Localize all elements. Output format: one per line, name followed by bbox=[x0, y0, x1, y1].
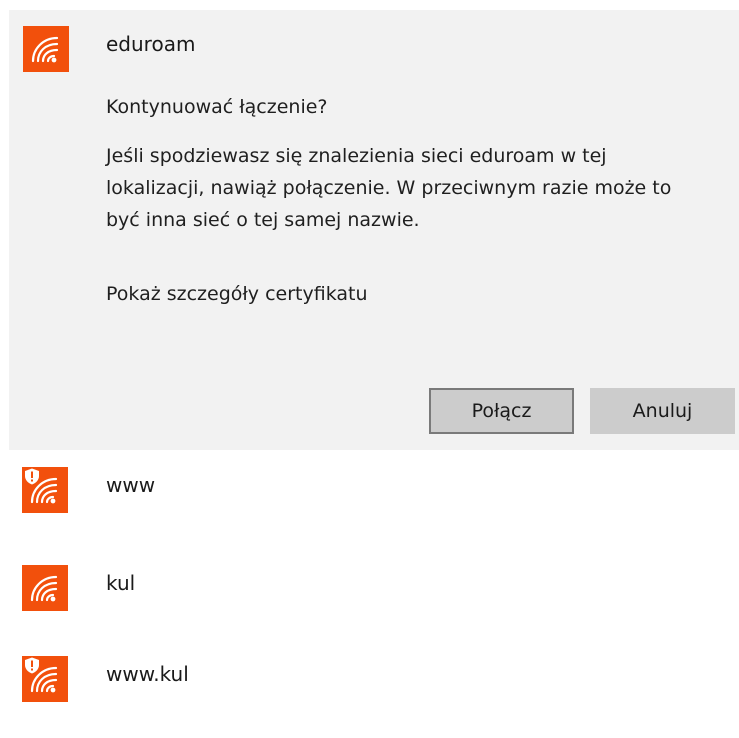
shield-warning-icon bbox=[25, 657, 39, 674]
network-name: www bbox=[106, 473, 156, 497]
network-warning-description: Jeśli spodziewasz się znalezienia sieci … bbox=[106, 145, 672, 231]
network-name: www.kul bbox=[106, 662, 189, 686]
network-tile bbox=[22, 656, 68, 702]
shield-warning-icon bbox=[25, 468, 39, 485]
connect-button[interactable]: Połącz bbox=[429, 388, 574, 434]
network-tile bbox=[22, 467, 68, 513]
show-certificate-link[interactable]: Pokaż szczegóły certyfikatu bbox=[106, 283, 368, 305]
network-name: kul bbox=[106, 571, 136, 595]
cancel-button[interactable]: Anuluj bbox=[590, 388, 735, 434]
network-tile bbox=[22, 565, 68, 611]
wifi-icon bbox=[30, 575, 58, 602]
network-list-item-kul[interactable]: kul bbox=[0, 557, 739, 647]
network-list-item-www[interactable]: www bbox=[0, 459, 739, 549]
network-tile bbox=[23, 26, 69, 72]
network-details-panel: eduroam Kontynuować łączenie? Jeśli spod… bbox=[9, 10, 739, 450]
network-name: eduroam bbox=[106, 32, 196, 56]
wifi-icon bbox=[31, 36, 59, 63]
continue-question: Kontynuować łączenie? bbox=[106, 96, 328, 118]
